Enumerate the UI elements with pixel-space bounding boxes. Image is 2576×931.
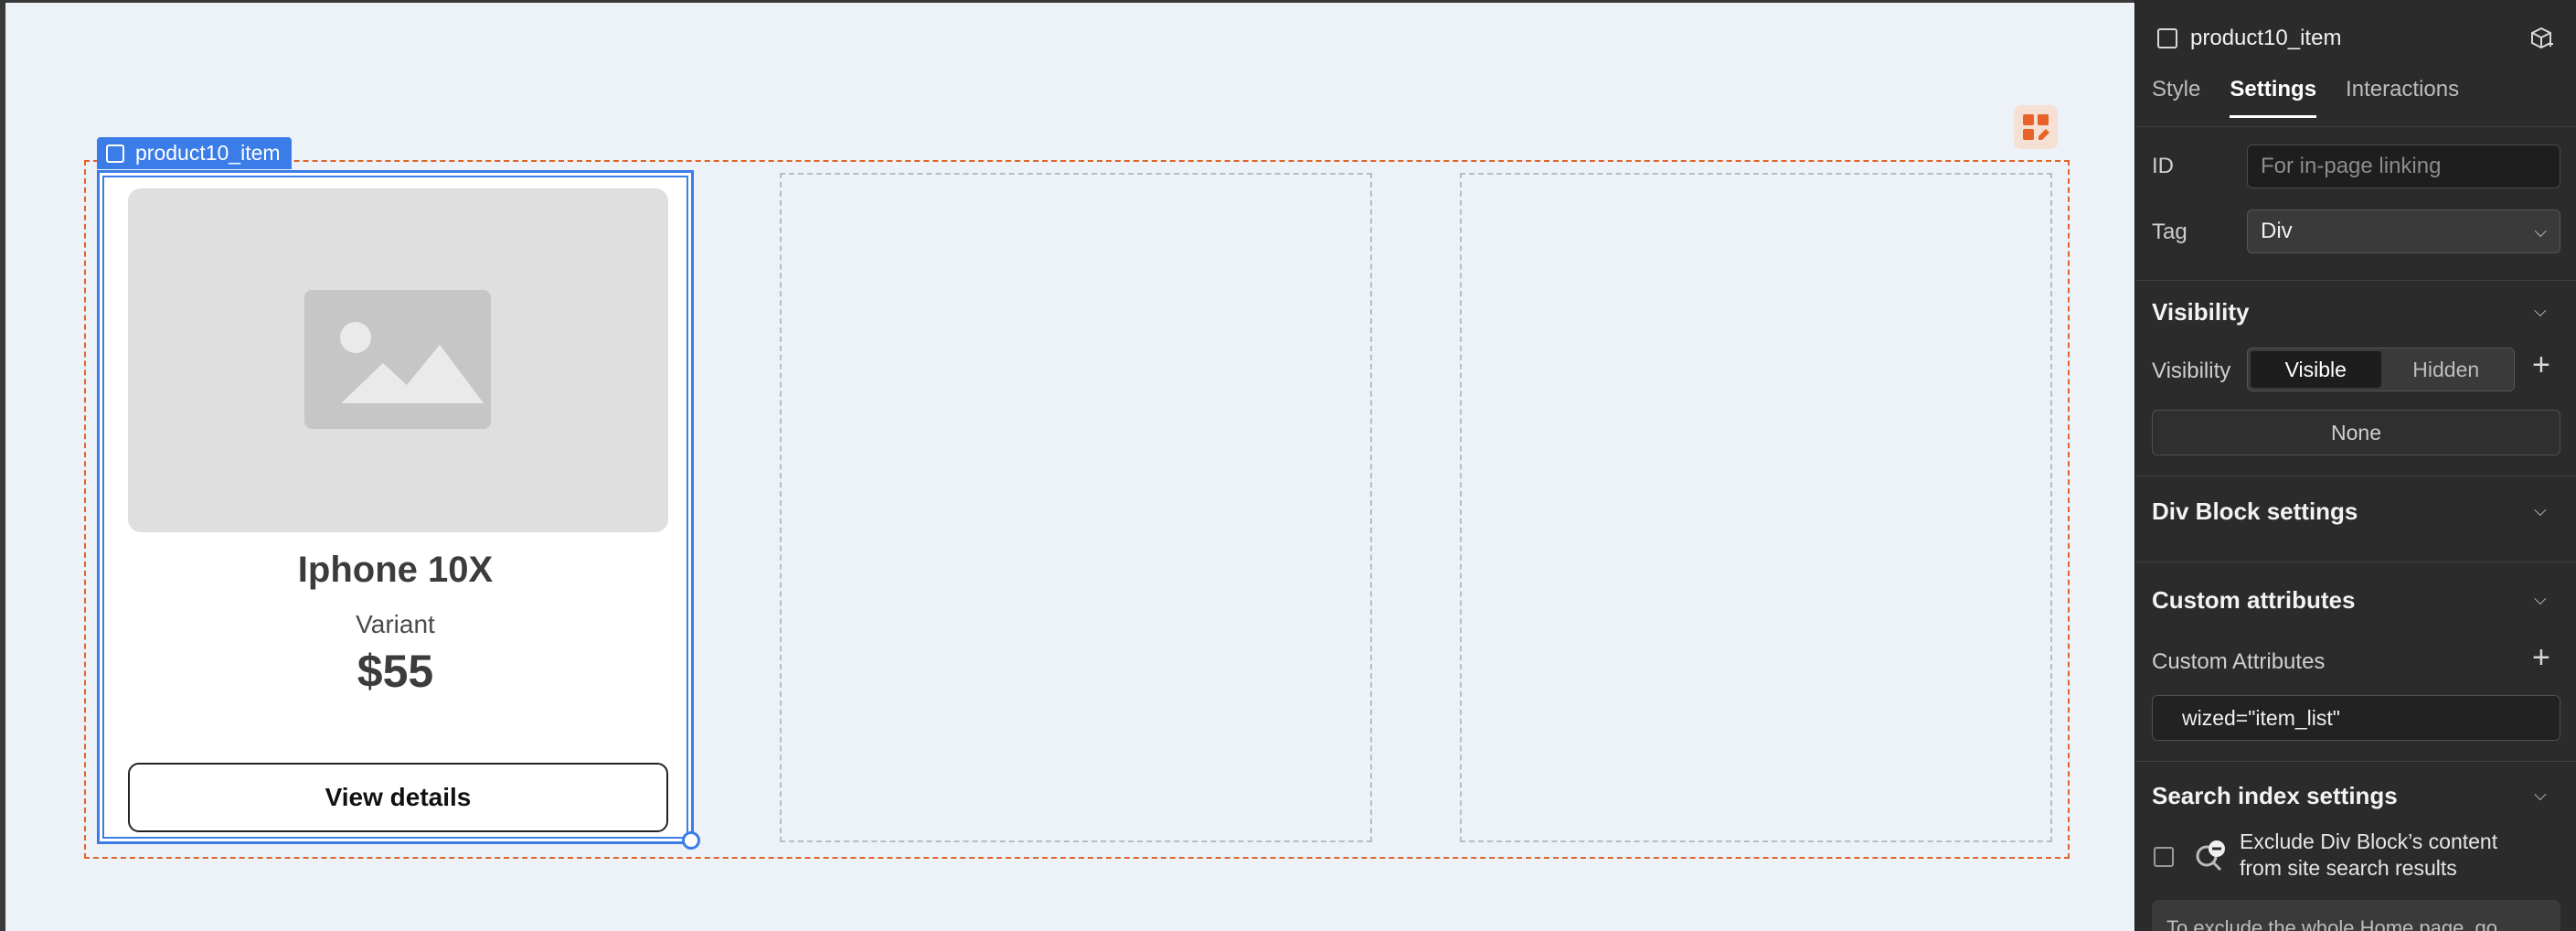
chevron-down-icon: ⌵ bbox=[2534, 221, 2547, 241]
chevron-down-icon[interactable]: ⌵ bbox=[2534, 590, 2547, 609]
add-condition-icon[interactable]: + bbox=[2532, 348, 2550, 383]
chevron-down-icon[interactable]: ⌵ bbox=[2534, 786, 2547, 805]
component-icon[interactable] bbox=[2528, 26, 2554, 56]
search-index-settings-title[interactable]: Search index settings bbox=[2152, 782, 2398, 810]
edit-grid-icon[interactable] bbox=[2014, 105, 2058, 149]
visibility-hidden[interactable]: Hidden bbox=[2381, 351, 2512, 388]
element-name: product10_item bbox=[2190, 26, 2342, 50]
product-title: Iphone 10X bbox=[297, 550, 494, 590]
panel-tabs: Style Settings Interactions bbox=[2152, 77, 2459, 118]
div-block-icon bbox=[106, 144, 124, 163]
tag-label: Tag bbox=[2152, 219, 2187, 244]
custom-attributes-label: Custom Attributes bbox=[2152, 649, 2326, 674]
add-attribute-icon[interactable]: + bbox=[2532, 640, 2550, 676]
tag-value: Div bbox=[2261, 219, 2293, 243]
visibility-conditions-none[interactable]: None bbox=[2152, 410, 2560, 455]
selection-tag-label: product10_item bbox=[135, 141, 281, 165]
divider bbox=[2135, 126, 2576, 127]
visibility-label: Visibility bbox=[2152, 358, 2231, 383]
selection-tag[interactable]: product10_item bbox=[97, 137, 292, 169]
product-price: $55 bbox=[357, 646, 434, 697]
chevron-down-icon[interactable]: ⌵ bbox=[2534, 501, 2547, 520]
div-block-icon bbox=[2157, 28, 2177, 48]
resize-handle[interactable] bbox=[682, 831, 700, 850]
custom-attributes-title[interactable]: Custom attributes bbox=[2152, 586, 2355, 615]
image-icon bbox=[304, 290, 491, 429]
search-exclude-icon bbox=[2192, 838, 2229, 879]
designer-canvas[interactable]: product10_item Iphone 10X Variant $55 Vi… bbox=[0, 0, 2134, 931]
search-hint: To exclude the whole Home page, go bbox=[2152, 900, 2560, 931]
visibility-toggle[interactable]: Visible Hidden bbox=[2247, 348, 2515, 391]
empty-item-slot[interactable] bbox=[780, 173, 1372, 842]
tab-interactions[interactable]: Interactions bbox=[2346, 77, 2459, 118]
id-label: ID bbox=[2152, 154, 2174, 178]
panel-header: product10_item bbox=[2157, 26, 2341, 51]
custom-attribute-item[interactable]: wized="item_list" bbox=[2152, 695, 2560, 741]
divider bbox=[2135, 280, 2576, 281]
tab-settings[interactable]: Settings bbox=[2230, 77, 2317, 118]
settings-panel: product10_item Style Settings Interactio… bbox=[2134, 0, 2576, 931]
visibility-section-title[interactable]: Visibility bbox=[2152, 298, 2249, 326]
tab-style[interactable]: Style bbox=[2152, 77, 2200, 118]
chevron-down-icon[interactable]: ⌵ bbox=[2534, 302, 2547, 321]
product-image-placeholder bbox=[128, 188, 668, 532]
visibility-visible[interactable]: Visible bbox=[2251, 351, 2381, 388]
product-card[interactable]: Iphone 10X Variant $55 View details bbox=[97, 170, 694, 844]
divider bbox=[2135, 761, 2576, 762]
view-details-button[interactable]: View details bbox=[128, 763, 668, 832]
exclude-search-checkbox[interactable] bbox=[2154, 847, 2174, 867]
product-variant: Variant bbox=[356, 610, 435, 638]
div-block-settings-title[interactable]: Div Block settings bbox=[2152, 498, 2358, 526]
id-input[interactable] bbox=[2247, 144, 2560, 188]
empty-item-slot[interactable] bbox=[1460, 173, 2052, 842]
tag-select[interactable]: Div ⌵ bbox=[2247, 209, 2560, 253]
exclude-search-text: Exclude Div Block’s content from site se… bbox=[2240, 829, 2498, 880]
